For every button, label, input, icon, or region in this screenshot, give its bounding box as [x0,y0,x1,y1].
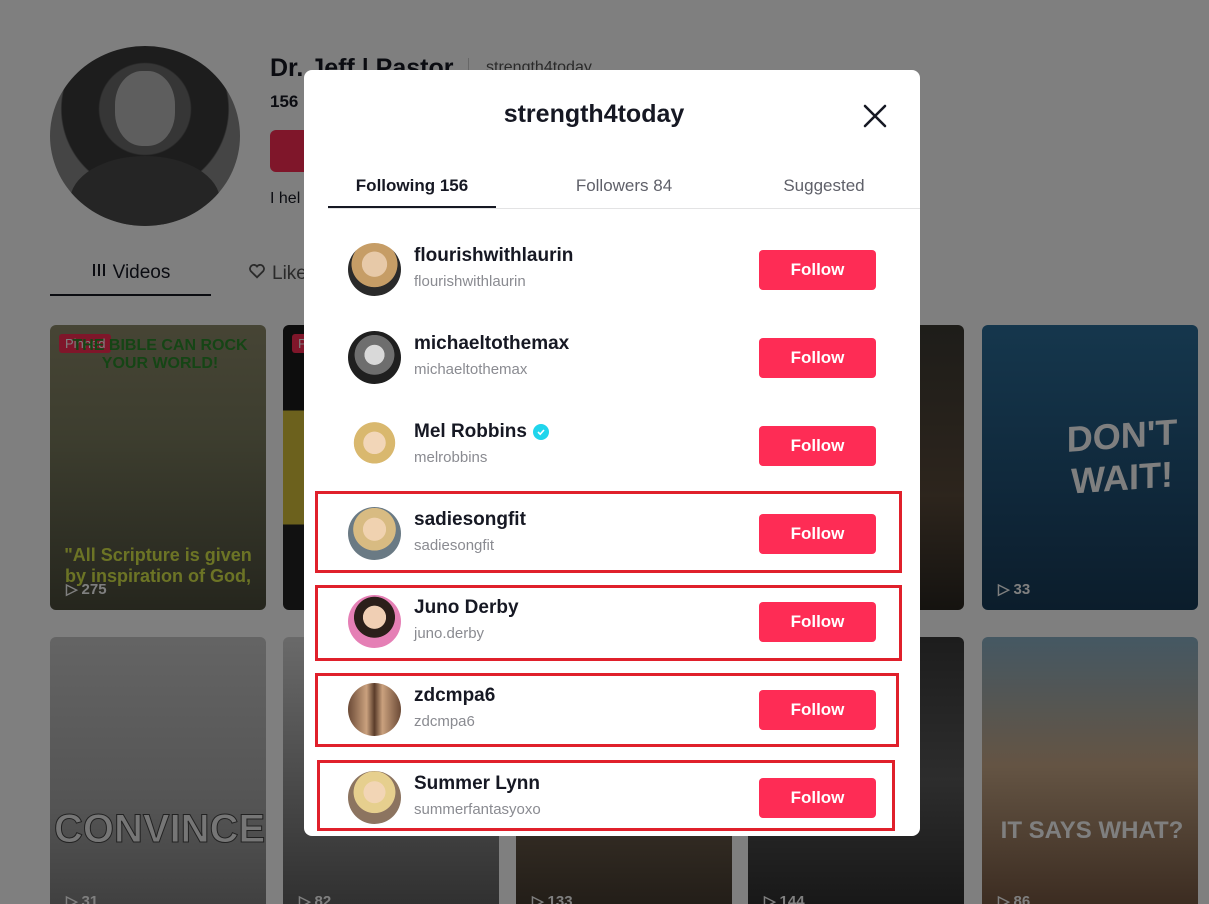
follow-button[interactable]: Follow [759,338,876,378]
user-row[interactable]: Mel Robbins melrobbins Follow [304,401,920,489]
user-handle: flourishwithlaurin [414,273,526,290]
highlight-box [315,673,899,747]
highlight-box [317,760,895,831]
user-handle: michaeltothemax [414,361,528,378]
avatar[interactable] [348,243,401,296]
avatar[interactable] [348,331,401,384]
tab-following[interactable]: Following 156 [328,176,496,196]
user-row[interactable]: michaeltothemax michaeltothemax Follow [304,313,920,401]
close-button[interactable] [859,100,891,132]
close-icon [859,104,891,136]
avatar[interactable] [348,419,401,472]
user-handle: melrobbins [414,449,488,466]
follow-button[interactable]: Follow [759,426,876,466]
user-name[interactable]: michaeltothemax [414,333,569,355]
user-name[interactable]: Mel Robbins [414,421,549,443]
modal-title: strength4today [503,100,685,128]
highlight-box [315,585,902,661]
verified-badge-icon [532,424,549,440]
modal-tabs: Following 156 Followers 84 Suggested [328,166,920,209]
highlight-box [315,491,902,573]
follow-button[interactable]: Follow [759,250,876,290]
active-tab-indicator [328,206,496,208]
user-name[interactable]: flourishwithlaurin [414,245,573,267]
tab-followers[interactable]: Followers 84 [540,176,708,196]
tab-suggested[interactable]: Suggested [740,176,908,196]
user-row[interactable]: flourishwithlaurin flourishwithlaurin Fo… [304,225,920,313]
